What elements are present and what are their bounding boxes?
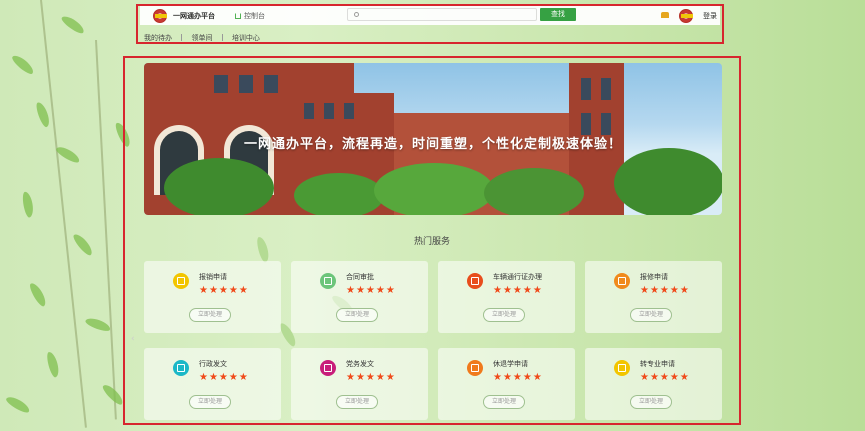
window xyxy=(601,113,611,135)
tree xyxy=(484,168,584,215)
window xyxy=(581,78,591,100)
tree xyxy=(294,173,384,215)
service-card[interactable]: 行政发文 ★★★★★ 立即处理 xyxy=(144,348,281,420)
process-button[interactable]: 立即处理 xyxy=(189,308,231,322)
window xyxy=(324,103,334,119)
party-doc-icon xyxy=(320,360,336,376)
receipt-icon xyxy=(173,273,189,289)
banner-slogan: 一网通办平台，流程再造，时间重塑，个性化定制极速体验！ xyxy=(243,137,622,152)
process-button[interactable]: 立即处理 xyxy=(483,395,525,409)
service-name: 车辆通行证办理 xyxy=(493,273,542,281)
window xyxy=(581,113,591,135)
nav-item-orders[interactable]: 领单间 xyxy=(191,33,212,43)
main-content: 一网通办平台，流程再造，时间重塑，个性化定制极速体验！ 热门服务 ‹ › 报销申… xyxy=(123,56,741,425)
nav-divider xyxy=(181,34,183,41)
window xyxy=(239,75,253,93)
service-card[interactable]: 报修申请 ★★★★★ 立即处理 xyxy=(585,261,722,333)
wrench-icon xyxy=(614,273,630,289)
home-link-label: 控制台 xyxy=(244,12,265,20)
chat-icon xyxy=(614,360,630,376)
top-bar: 一网通办平台 控制台 查找 登录 xyxy=(140,6,720,25)
nav-item-todo[interactable]: 我的待办 xyxy=(144,33,172,43)
service-name: 行政发文 xyxy=(199,360,227,368)
service-card[interactable]: 车辆通行证办理 ★★★★★ 立即处理 xyxy=(438,261,575,333)
service-card[interactable]: 党务发文 ★★★★★ 立即处理 xyxy=(291,348,428,420)
service-name: 转专业申请 xyxy=(640,360,675,368)
rating-stars: ★★★★★ xyxy=(493,285,543,296)
service-name: 党务发文 xyxy=(346,360,374,368)
process-button[interactable]: 立即处理 xyxy=(630,308,672,322)
process-button[interactable]: 立即处理 xyxy=(483,308,525,322)
rating-stars: ★★★★★ xyxy=(346,285,396,296)
process-button[interactable]: 立即处理 xyxy=(336,395,378,409)
top-header: 一网通办平台 控制台 查找 登录 我的待办 领单间 培训中心 xyxy=(136,4,724,44)
app-title: 一网通办平台 xyxy=(173,12,215,20)
nav-bar: 我的待办 领单间 培训中心 xyxy=(144,33,260,43)
person-icon xyxy=(467,360,483,376)
service-name: 报销申请 xyxy=(199,273,227,281)
service-name: 报修申请 xyxy=(640,273,668,281)
login-link[interactable]: 登录 xyxy=(703,11,717,21)
home-icon xyxy=(235,13,241,19)
rating-stars: ★★★★★ xyxy=(346,372,396,383)
carousel-prev-icon[interactable]: ‹ xyxy=(131,334,135,344)
home-link[interactable]: 控制台 xyxy=(235,11,265,21)
car-pass-icon xyxy=(467,273,483,289)
tree xyxy=(614,148,722,215)
window xyxy=(214,75,228,93)
banner-carousel[interactable]: 一网通办平台，流程再造，时间重塑，个性化定制极速体验！ xyxy=(144,63,722,215)
service-card[interactable]: 转专业申请 ★★★★★ 立即处理 xyxy=(585,348,722,420)
rating-stars: ★★★★★ xyxy=(640,372,690,383)
search-box xyxy=(347,8,537,21)
university-logo xyxy=(153,9,167,23)
service-card[interactable]: 休退学申请 ★★★★★ 立即处理 xyxy=(438,348,575,420)
tree xyxy=(374,163,494,215)
rating-stars: ★★★★★ xyxy=(199,372,249,383)
service-name: 合同审批 xyxy=(346,273,374,281)
service-card[interactable]: 报销申请 ★★★★★ 立即处理 xyxy=(144,261,281,333)
hot-services-title: 热门服务 xyxy=(413,237,450,247)
window xyxy=(304,103,314,119)
process-button[interactable]: 立即处理 xyxy=(189,395,231,409)
rating-stars: ★★★★★ xyxy=(493,372,543,383)
search-icon xyxy=(354,12,359,17)
tree xyxy=(164,158,274,215)
search-input[interactable] xyxy=(362,10,532,20)
process-button[interactable]: 立即处理 xyxy=(336,308,378,322)
carousel-next-icon[interactable]: › xyxy=(729,334,733,344)
contract-icon xyxy=(320,273,336,289)
window xyxy=(601,78,611,100)
rating-stars: ★★★★★ xyxy=(640,285,690,296)
nav-item-training[interactable]: 培训中心 xyxy=(232,33,260,43)
service-card[interactable]: 合同审批 ★★★★★ 立即处理 xyxy=(291,261,428,333)
search-button[interactable]: 查找 xyxy=(540,8,576,21)
rating-stars: ★★★★★ xyxy=(199,285,249,296)
graduation-hat-icon[interactable] xyxy=(661,12,669,18)
window xyxy=(344,103,354,119)
document-icon xyxy=(173,360,189,376)
service-name: 休退学申请 xyxy=(493,360,528,368)
nav-divider xyxy=(221,34,223,41)
window xyxy=(264,75,278,93)
user-avatar[interactable] xyxy=(679,9,693,23)
process-button[interactable]: 立即处理 xyxy=(630,395,672,409)
